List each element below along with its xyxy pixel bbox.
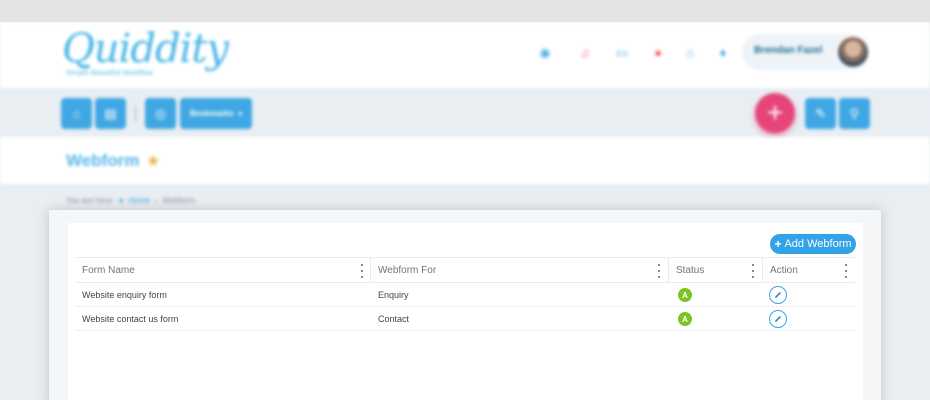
quick-add-button[interactable]: +: [755, 93, 795, 133]
bookmarks-label: Bookmarks: [189, 109, 234, 118]
breadcrumb: You are here: ● Home › Webform: [66, 196, 195, 205]
webforms-panel: + Add Webform Form Name Webform For Stat…: [68, 223, 863, 400]
app-window: Quiddity Simple·Beautiful·Workflow ◉ ♫ ▭…: [0, 22, 930, 400]
star-icon[interactable]: ★: [146, 151, 160, 171]
edit-button[interactable]: [769, 286, 787, 304]
column-menu-icon[interactable]: [656, 264, 662, 278]
webforms-card: + Add Webform Form Name Webform For Stat…: [49, 210, 881, 400]
globe-icon: ◎: [154, 105, 167, 121]
column-header-webform-for[interactable]: Webform For: [371, 258, 668, 283]
webforms-table: Form Name Webform For Status Action Webs…: [75, 257, 855, 331]
compose-button[interactable]: ✎: [805, 98, 836, 129]
edit-icon: ✎: [815, 105, 826, 121]
table-row[interactable]: Website enquiry form Enquiry A: [75, 283, 855, 307]
add-webform-button[interactable]: + Add Webform: [770, 234, 856, 254]
logo-tagline: Simple·Beautiful·Workflow: [66, 70, 153, 77]
plus-icon: +: [766, 97, 784, 128]
form-name-cell: Website enquiry form: [82, 290, 167, 300]
toolbar-divider: [135, 106, 136, 122]
add-webform-label: Add Webform: [784, 238, 852, 250]
form-name-cell: Website contact us form: [82, 314, 179, 324]
dashboard-icon[interactable]: ◉: [536, 44, 554, 60]
home-button[interactable]: ⌂: [61, 98, 92, 129]
chat-icon[interactable]: ▭: [613, 44, 631, 60]
pencil-icon: [775, 316, 781, 322]
top-header: Quiddity Simple·Beautiful·Workflow ◉ ♫ ▭…: [0, 22, 930, 88]
user-menu[interactable]: Brendan Fazel: [742, 34, 870, 70]
edit-button[interactable]: [769, 310, 787, 328]
table-row[interactable]: Website contact us form Contact A: [75, 307, 855, 331]
status-badge: A: [678, 312, 692, 326]
page-header: Webform ★: [0, 137, 930, 184]
column-header-form-name[interactable]: Form Name: [75, 258, 370, 283]
breadcrumb-current: Webform: [162, 196, 195, 205]
webform-for-cell: Contact: [378, 314, 410, 324]
microphone-icon[interactable]: ♦: [714, 44, 732, 60]
users-icon[interactable]: ♫: [576, 44, 594, 60]
pencil-icon: [775, 292, 781, 298]
list-icon: ▤: [104, 105, 117, 121]
bookmarks-dropdown[interactable]: Bookmarks ▾: [180, 98, 252, 129]
webform-for-cell: Enquiry: [378, 290, 409, 300]
search-button[interactable]: ⚲: [839, 98, 870, 129]
car-icon[interactable]: ⌂: [681, 44, 699, 60]
column-header-action[interactable]: Action: [763, 258, 855, 283]
column-menu-icon[interactable]: [843, 264, 849, 278]
breadcrumb-prefix: You are here:: [66, 196, 114, 205]
window-titlebar: [0, 0, 930, 22]
user-name: Brendan Fazel: [754, 45, 823, 56]
search-icon: ⚲: [849, 105, 860, 121]
quiddity-logo[interactable]: Quiddity Simple·Beautiful·Workflow: [62, 26, 229, 82]
column-header-status[interactable]: Status: [669, 258, 762, 283]
table-header: Form Name Webform For Status Action: [75, 257, 855, 283]
status-badge: A: [678, 288, 692, 302]
message-icon[interactable]: ●: [649, 44, 667, 60]
breadcrumb-separator: ›: [154, 196, 158, 205]
home-icon: ⌂: [72, 106, 81, 121]
list-button[interactable]: ▤: [95, 98, 126, 129]
logo-wordmark: Quiddity: [62, 26, 229, 72]
chevron-down-icon: ▾: [238, 110, 243, 118]
column-menu-icon[interactable]: [359, 264, 365, 278]
column-menu-icon[interactable]: [750, 264, 756, 278]
page-title: Webform: [66, 151, 140, 170]
home-icon: ●: [118, 196, 124, 205]
breadcrumb-home-link[interactable]: Home: [129, 196, 150, 205]
plus-icon: +: [774, 237, 782, 251]
avatar[interactable]: [836, 35, 870, 69]
globe-button[interactable]: ◎: [145, 98, 176, 129]
